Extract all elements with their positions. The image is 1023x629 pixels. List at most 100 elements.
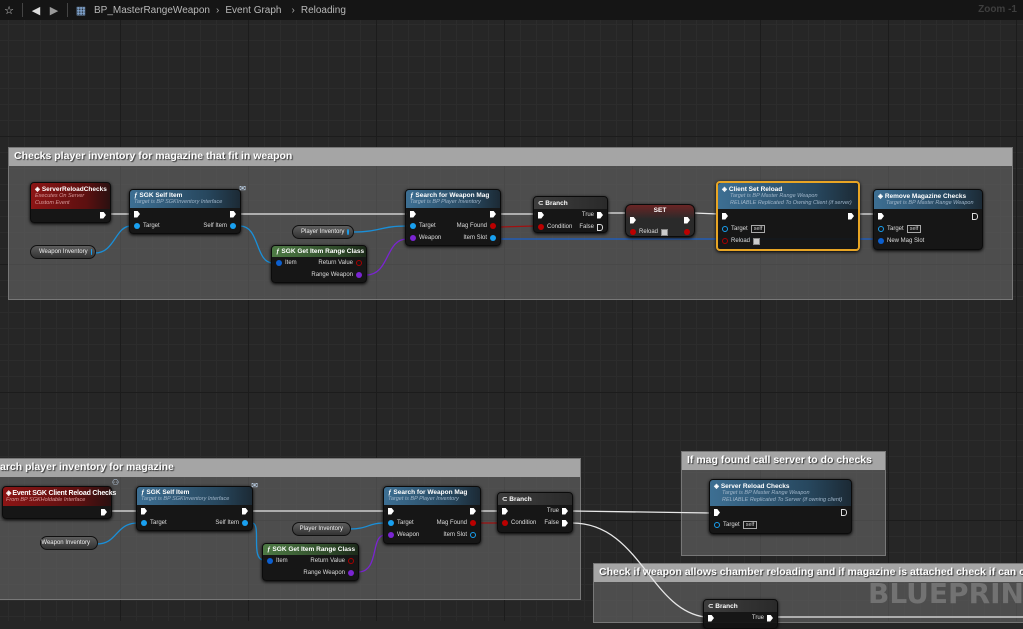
- player-inventory-variable[interactable]: Player Inventory: [292, 225, 354, 239]
- breadcrumb-blueprint[interactable]: BP_MasterRangeWeapon: [94, 5, 210, 16]
- search-for-weapon-mag-node[interactable]: ƒ Search for Weapon Mag Target is BP Pla…: [383, 486, 481, 544]
- range-weapon-pin[interactable]: [348, 570, 354, 576]
- exec-in-pin[interactable]: [134, 211, 140, 218]
- exec-in-pin[interactable]: [878, 213, 884, 220]
- exec-in-pin[interactable]: [388, 508, 394, 515]
- weapon-inventory-variable[interactable]: Weapon Inventory: [40, 536, 98, 550]
- target-pin[interactable]: [722, 226, 728, 232]
- event-icon: ◈: [6, 490, 11, 497]
- branch-node[interactable]: ⊂ Branch True ConditionFalse: [497, 492, 573, 533]
- branch-node[interactable]: ⊂ Branch True: [703, 599, 778, 629]
- exec-in-pin[interactable]: [410, 211, 416, 218]
- weapon-pin[interactable]: [388, 532, 394, 538]
- pin-label: Return Value: [310, 558, 345, 564]
- weapon-inventory-variable[interactable]: Weapon Inventory: [30, 245, 96, 259]
- exec-out-pin[interactable]: [841, 509, 847, 516]
- chevron-right-icon: ›: [216, 5, 219, 16]
- return-value-pin[interactable]: [348, 558, 354, 564]
- target-default-value[interactable]: self: [907, 225, 922, 233]
- pin-label: Weapon: [397, 532, 419, 538]
- target-pin[interactable]: [388, 520, 394, 526]
- self-item-pin[interactable]: [230, 223, 236, 229]
- target-default-value[interactable]: self: [751, 225, 766, 233]
- breadcrumb-collapsed-graph[interactable]: Reloading: [301, 5, 346, 16]
- weapon-pin[interactable]: [410, 235, 416, 241]
- output-pin[interactable]: [347, 229, 349, 235]
- pin-label: True: [547, 508, 559, 514]
- true-pin[interactable]: [767, 615, 773, 622]
- client-set-reload-node[interactable]: ◈ Client Set Reload Target is BP Master …: [716, 181, 860, 251]
- self-item-pin[interactable]: [242, 520, 248, 526]
- exec-out-pin[interactable]: [470, 508, 476, 515]
- node-subtitle: RELIABLE Replicated To Server (if owning…: [714, 497, 847, 504]
- target-pin[interactable]: [878, 226, 884, 232]
- target-pin[interactable]: [134, 223, 140, 229]
- exec-out-pin[interactable]: [230, 211, 236, 218]
- exec-out-pin[interactable]: [972, 213, 978, 220]
- exec-out-pin[interactable]: [848, 213, 854, 220]
- exec-in-pin[interactable]: [714, 509, 720, 516]
- condition-pin[interactable]: [502, 520, 508, 526]
- comment-title[interactable]: arch player inventory for magazine: [0, 459, 580, 477]
- false-pin[interactable]: [562, 520, 568, 527]
- sgk-get-item-range-class-node[interactable]: ƒ SGK Get Item Range Class ItemReturn Va…: [262, 543, 359, 581]
- true-pin[interactable]: [597, 212, 603, 219]
- blueprint-watermark: BLUEPRINT: [868, 577, 1023, 610]
- exec-in-pin[interactable]: [630, 217, 636, 224]
- pin-label: Item: [276, 558, 288, 564]
- forward-arrow-icon[interactable]: ▶: [45, 4, 63, 17]
- target-pin[interactable]: [141, 520, 147, 526]
- reload-pin[interactable]: [722, 238, 728, 244]
- exec-out-pin[interactable]: [490, 211, 496, 218]
- sgk-self-item-node[interactable]: ƒ SGK Self Item Target is BP SGKInventor…: [136, 486, 253, 531]
- exec-in-pin[interactable]: [141, 508, 147, 515]
- sgk-self-item-node[interactable]: ƒ SGK Self Item Target is BP SGKInventor…: [129, 189, 241, 234]
- server-reload-checks-event-node[interactable]: ◈ ServerReloadChecks Executes On Server …: [30, 182, 111, 223]
- set-reload-node[interactable]: SET Reload: [625, 204, 695, 237]
- player-inventory-variable[interactable]: Player Inventory: [292, 522, 351, 536]
- search-for-weapon-mag-node[interactable]: ƒ Search for Weapon Mag Target is BP Pla…: [405, 189, 501, 246]
- comment-title[interactable]: Checks player inventory for magazine tha…: [9, 148, 1012, 166]
- true-pin[interactable]: [562, 508, 568, 515]
- server-reload-checks-call-node[interactable]: ◈ Server Reload Checks Target is BP Mast…: [709, 479, 852, 534]
- target-default-value[interactable]: self: [743, 521, 758, 529]
- condition-pin[interactable]: [538, 224, 544, 230]
- node-title: Client Set Reload: [729, 186, 782, 193]
- mag-found-pin[interactable]: [490, 223, 496, 229]
- target-pin[interactable]: [714, 522, 720, 528]
- pin-label: False: [579, 224, 594, 230]
- breadcrumb-graph[interactable]: Event Graph: [225, 5, 281, 16]
- item-pin[interactable]: [276, 260, 282, 266]
- star-icon[interactable]: ☆: [0, 4, 18, 17]
- exec-out-pin[interactable]: [242, 508, 248, 515]
- item-pin[interactable]: [267, 558, 273, 564]
- reload-out-pin[interactable]: [684, 229, 690, 235]
- return-value-pin[interactable]: [356, 260, 362, 266]
- mag-found-pin[interactable]: [470, 520, 476, 526]
- exec-out-pin[interactable]: [684, 217, 690, 224]
- branch-node[interactable]: ⊂ Branch True ConditionFalse: [533, 196, 608, 233]
- target-pin[interactable]: [410, 223, 416, 229]
- false-pin[interactable]: [597, 224, 603, 231]
- pin-label: Target: [397, 520, 414, 526]
- reload-in-pin[interactable]: [630, 229, 636, 235]
- item-slot-pin[interactable]: [490, 235, 496, 241]
- exec-in-pin[interactable]: [538, 212, 544, 219]
- reload-checkbox[interactable]: [661, 229, 668, 236]
- pin-label: Item Slot: [443, 532, 467, 538]
- remove-magazine-checks-node[interactable]: ◈ Remove Magazine Checks Target is BP Ma…: [873, 189, 983, 250]
- pin-label: Target: [887, 226, 904, 232]
- reload-checkbox[interactable]: [753, 238, 760, 245]
- event-sgk-client-reload-checks-node[interactable]: ◈Event SGK Client Reload Checks From BP …: [2, 486, 112, 519]
- exec-in-pin[interactable]: [502, 508, 508, 515]
- exec-in-pin[interactable]: [722, 213, 728, 220]
- item-slot-pin[interactable]: [470, 532, 476, 538]
- exec-in-pin[interactable]: [708, 615, 714, 622]
- new-mag-slot-pin[interactable]: [878, 238, 884, 244]
- exec-out-pin[interactable]: [101, 509, 107, 516]
- back-arrow-icon[interactable]: ◀: [27, 4, 45, 17]
- exec-out-pin[interactable]: [100, 212, 106, 219]
- range-weapon-pin[interactable]: [356, 272, 362, 278]
- sgk-get-item-range-class-node[interactable]: ƒ SGK Get Item Range Class ItemReturn Va…: [271, 245, 367, 283]
- comment-title[interactable]: If mag found call server to do checks: [682, 452, 885, 470]
